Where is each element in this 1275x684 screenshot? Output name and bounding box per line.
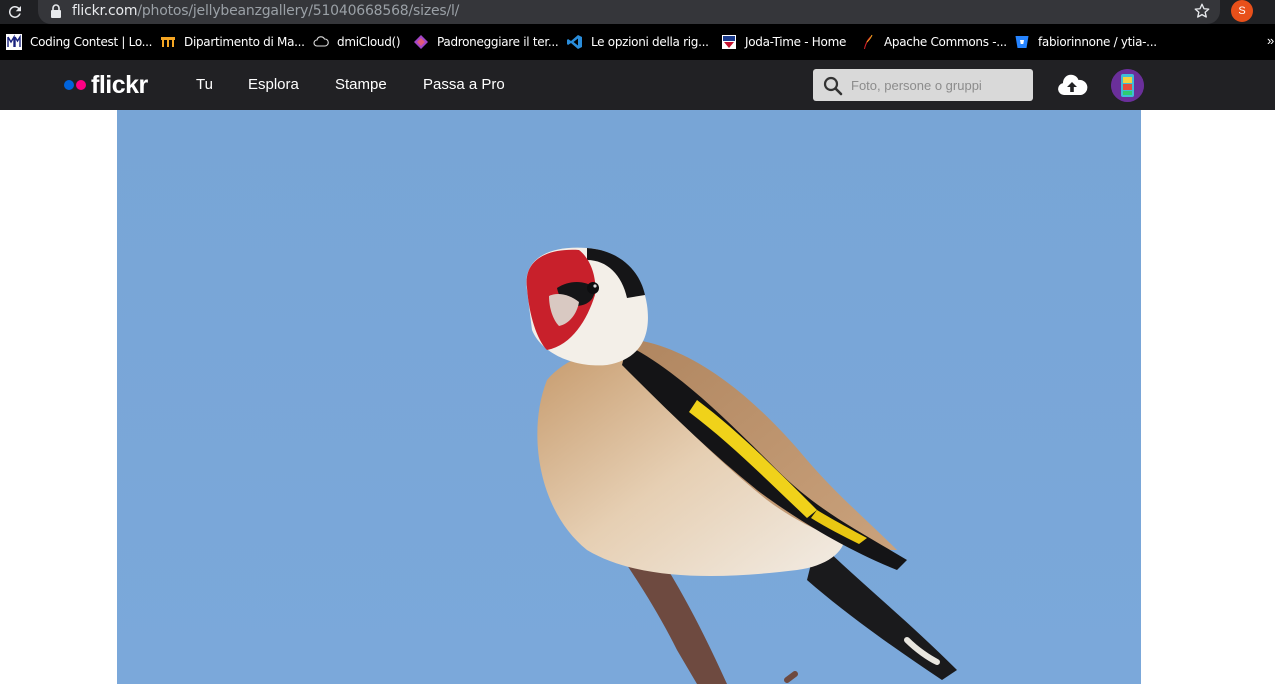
- bookmark-label: Apache Commons -...: [884, 35, 1007, 49]
- bookmark-padroneggiare[interactable]: Padroneggiare il ter...: [413, 33, 559, 51]
- university-icon: [160, 34, 176, 50]
- bookmark-label: fabiorinnone / ytia-...: [1038, 35, 1157, 49]
- bookmark-label: Le opzioni della rig...: [591, 35, 709, 49]
- cloud-outline-icon: [313, 34, 329, 50]
- bookmark-star-icon[interactable]: [1193, 2, 1211, 20]
- dm-logo-icon: [6, 34, 22, 50]
- lock-icon: [51, 4, 61, 18]
- url-path: /photos/jellybeanzgallery/51040668568/si…: [137, 3, 460, 19]
- bookmark-le-opzioni[interactable]: Le opzioni della rig...: [567, 33, 709, 51]
- bookmark-label: Joda-Time - Home: [745, 35, 847, 49]
- search-input[interactable]: [851, 69, 1027, 101]
- nav-stampe[interactable]: Stampe: [335, 76, 387, 93]
- search-box[interactable]: [813, 69, 1033, 101]
- bookmark-label: Dipartimento di Ma...: [184, 35, 305, 49]
- bitbucket-icon: [1014, 34, 1030, 50]
- bookmark-fabiorinnone[interactable]: fabiorinnone / ytia-...: [1014, 33, 1157, 51]
- logo-blue-dot: [64, 80, 74, 90]
- bookmark-apache-commons[interactable]: Apache Commons -...: [860, 33, 1007, 51]
- logo-pink-dot: [76, 80, 86, 90]
- vscode-icon: [567, 34, 583, 50]
- search-icon[interactable]: [823, 76, 843, 96]
- bookmark-dmicloud[interactable]: dmiCloud(): [313, 33, 401, 51]
- flickr-logo[interactable]: flickr: [64, 72, 148, 98]
- user-avatar[interactable]: [1111, 69, 1144, 102]
- nav-passa-a-pro[interactable]: Passa a Pro: [423, 76, 505, 93]
- bookmark-label: Coding Contest | Lo...: [30, 35, 153, 49]
- url-host: flickr.com: [72, 3, 138, 19]
- nav-esplora[interactable]: Esplora: [248, 76, 299, 93]
- bookmark-coding-contest[interactable]: Coding Contest | Lo...: [6, 33, 153, 51]
- bookmark-joda-time[interactable]: Joda-Time - Home: [721, 33, 846, 51]
- photo-goldfinch[interactable]: [117, 110, 1141, 684]
- gem-icon: [413, 34, 429, 50]
- upload-cloud-icon[interactable]: [1056, 73, 1088, 97]
- goldfinch-photo-image: [117, 110, 1141, 684]
- nav-tu[interactable]: Tu: [196, 76, 213, 93]
- bookmarks-bar: Coding Contest | Lo... Dipartimento di M…: [0, 24, 1275, 60]
- logo-wordmark: flickr: [91, 71, 148, 99]
- bookmarks-overflow-button[interactable]: »: [1267, 33, 1274, 48]
- bookmark-label: dmiCloud(): [337, 35, 401, 49]
- joda-icon: [721, 34, 737, 50]
- bookmark-label: Padroneggiare il ter...: [437, 35, 559, 49]
- url-text[interactable]: flickr.com/photos/jellybeanzgallery/5104…: [72, 3, 459, 19]
- avatar-image: [1111, 69, 1144, 102]
- flickr-header: flickr Tu Esplora Stampe Passa a Pro: [0, 60, 1275, 110]
- apache-feather-icon: [860, 34, 876, 50]
- browser-toolbar: flickr.com/photos/jellybeanzgallery/5104…: [0, 0, 1275, 24]
- reload-icon[interactable]: [6, 3, 24, 21]
- profile-avatar[interactable]: S: [1231, 0, 1253, 22]
- bookmark-dipartimento[interactable]: Dipartimento di Ma...: [160, 33, 305, 51]
